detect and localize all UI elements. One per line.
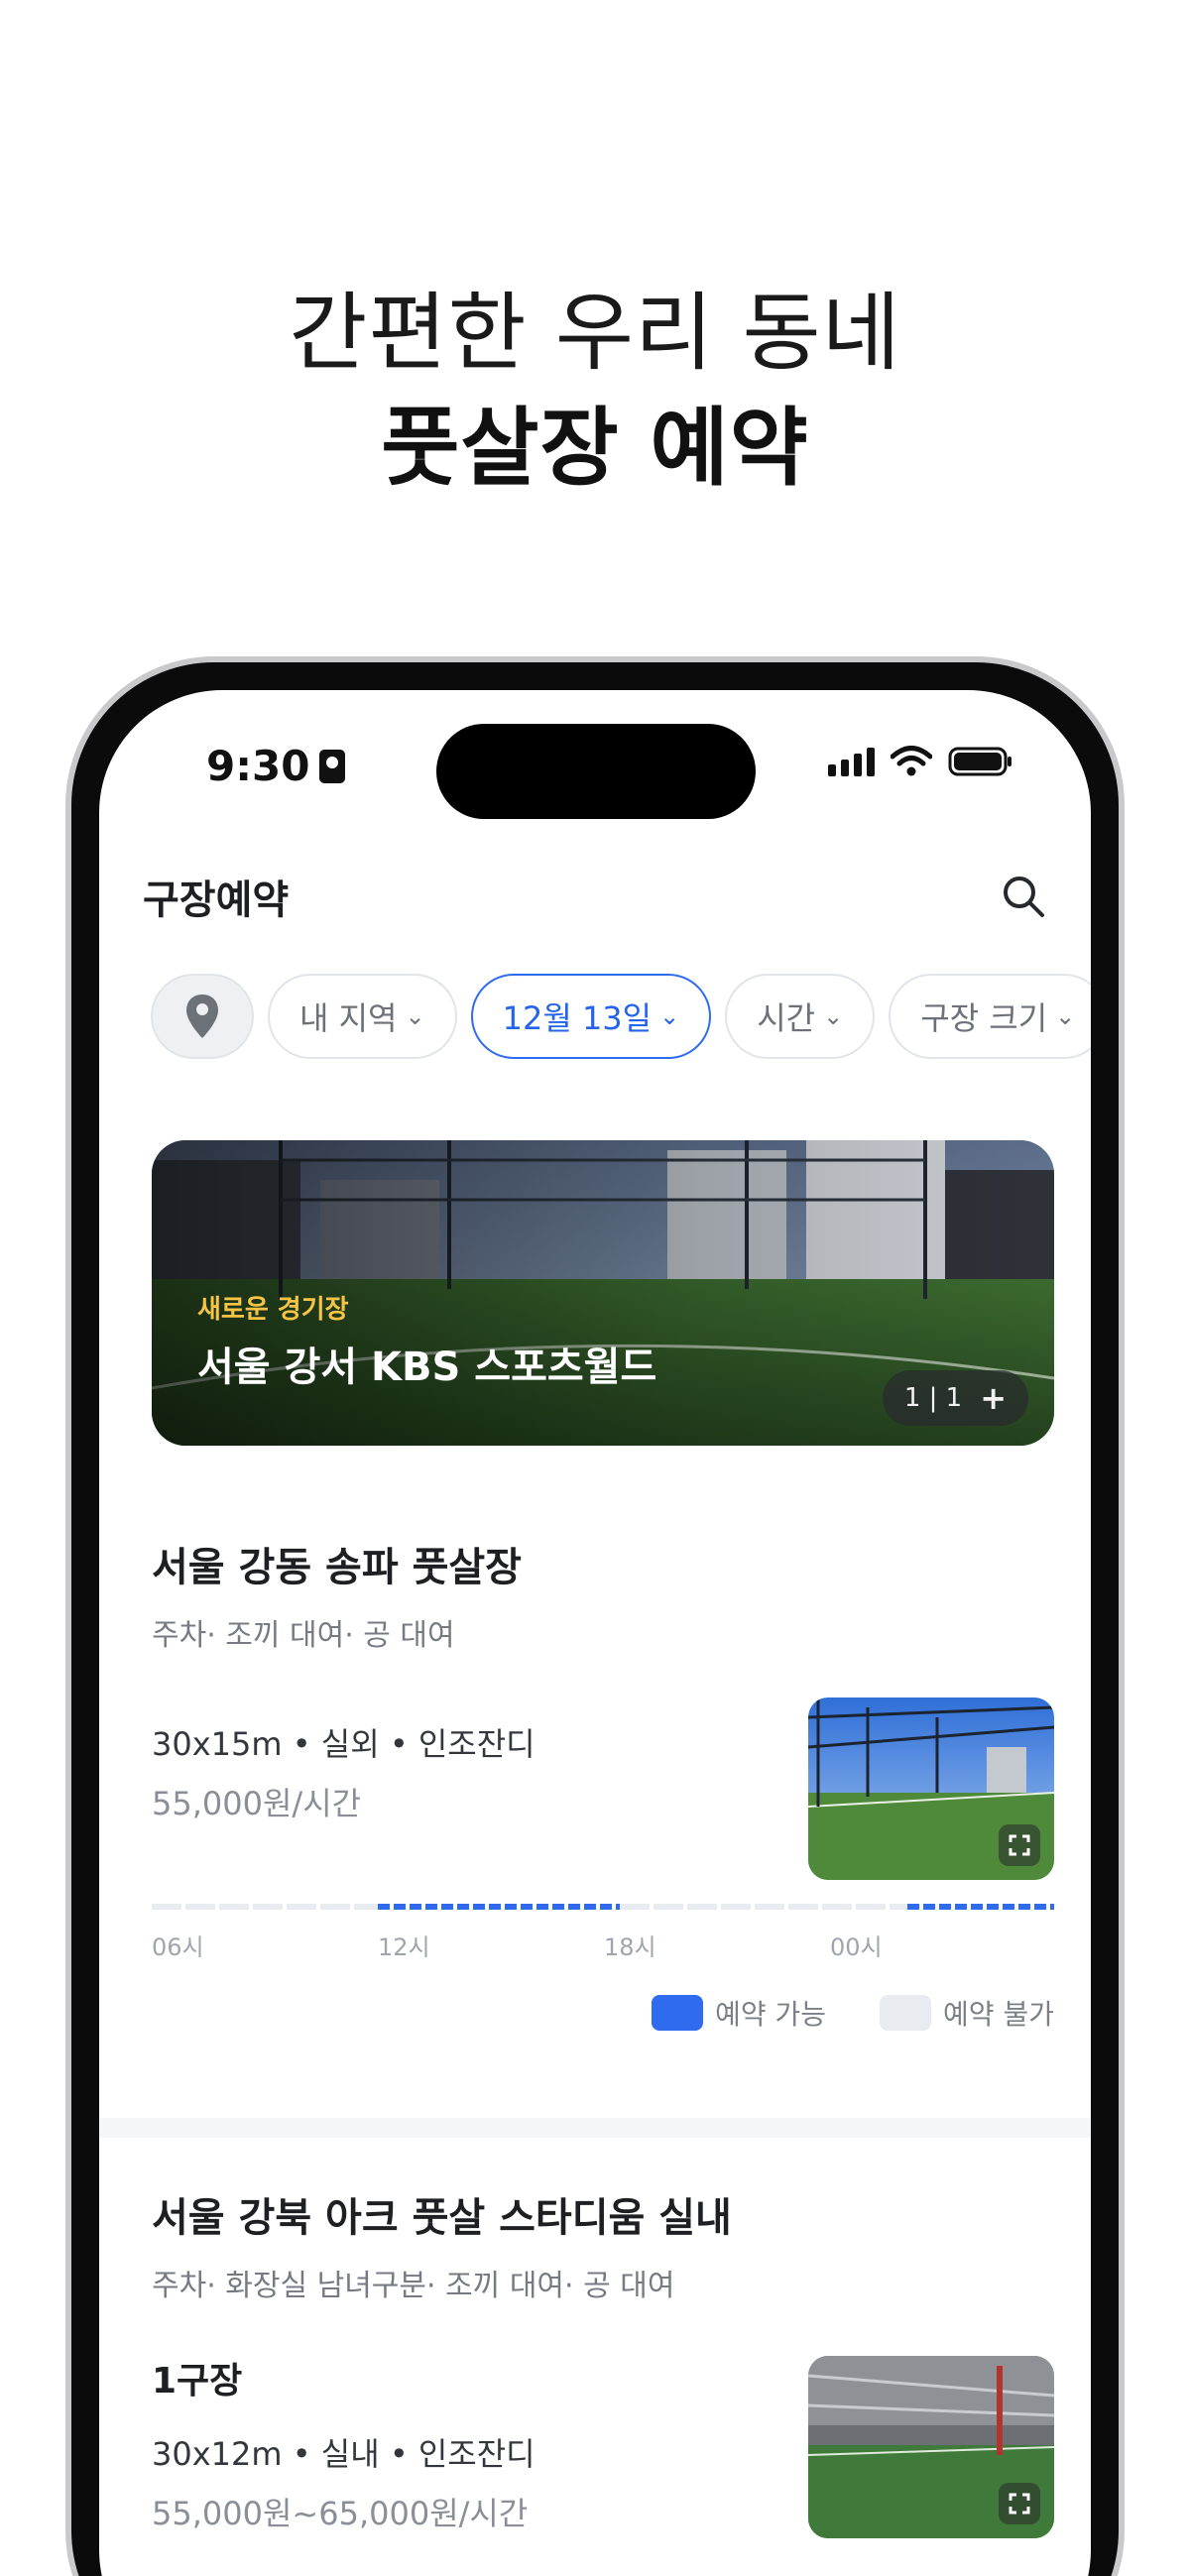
venue-price: 55,000원~65,000원/시간 bbox=[152, 2495, 529, 2532]
plus-icon: + bbox=[980, 1379, 1007, 1417]
timeline-label: 00시 bbox=[830, 1933, 883, 1961]
phone-frame: 9:30 구장예약 내 지역 ⌄ 12월 13일 ⌄ 시간 ⌄ 구장 크기 ⌄ … bbox=[65, 656, 1125, 2576]
venue-spec: 30x15m • 실외 • 인조잔디 bbox=[152, 1725, 536, 1763]
filter-date[interactable]: 12월 13일 ⌄ bbox=[470, 974, 712, 1059]
timeline-label: 12시 bbox=[378, 1933, 430, 1961]
court-details: 1구장 30x12m • 실내 • 인조잔디 55,000원~65,000원/시… bbox=[152, 2352, 536, 2534]
filter-region-label: 내 지역 bbox=[299, 999, 398, 1037]
status-icons bbox=[828, 746, 1013, 777]
search-icon[interactable] bbox=[1000, 873, 1047, 920]
venue-amenities: 주차· 화장실 남녀구분· 조끼 대여· 공 대여 bbox=[152, 2269, 675, 2303]
expand-icon[interactable] bbox=[999, 1824, 1040, 1866]
phone-screen: 9:30 구장예약 내 지역 ⌄ 12월 13일 ⌄ 시간 ⌄ 구장 크기 ⌄ … bbox=[99, 690, 1091, 2576]
chevron-down-icon: ⌄ bbox=[405, 1002, 425, 1030]
expand-icon[interactable] bbox=[999, 2483, 1040, 2524]
legend-available: 예약 가능 bbox=[652, 1993, 826, 2033]
availability-legend: 예약 가능 예약 불가 bbox=[652, 1993, 1054, 2033]
court-name: 1구장 bbox=[152, 2361, 243, 2401]
venue-thumbnail[interactable] bbox=[808, 2356, 1054, 2538]
banner-tag: 새로운 경기장 bbox=[197, 1295, 349, 1325]
venue-card[interactable]: 서울 강동 송파 풋살장 주차· 조끼 대여· 공 대여 30x15m • 실외… bbox=[152, 1535, 1054, 2031]
promo-headline: 간편한 우리 동네 풋살장 예약 bbox=[0, 276, 1190, 506]
promo-line-2: 풋살장 예약 bbox=[381, 399, 809, 498]
timeline-labels: 06시 12시 18시 00시 bbox=[152, 1928, 1054, 1961]
venue-name: 서울 강북 아크 풋살 스타디움 실내 bbox=[152, 2195, 732, 2241]
legend-unavailable: 예약 불가 bbox=[880, 1993, 1054, 2033]
banner-counter[interactable]: 1 | 1 + bbox=[882, 1370, 1028, 1426]
filter-time[interactable]: 시간 ⌄ bbox=[725, 974, 876, 1059]
clock-text: 9:30 bbox=[206, 742, 310, 790]
battery-icon bbox=[948, 747, 1012, 776]
filter-chips: 내 지역 ⌄ 12월 13일 ⌄ 시간 ⌄ 구장 크기 ⌄ bbox=[151, 974, 1091, 1059]
legend-unavailable-label: 예약 불가 bbox=[943, 1998, 1054, 2031]
status-time: 9:30 bbox=[206, 742, 346, 790]
chevron-down-icon: ⌄ bbox=[1055, 1002, 1076, 1030]
banner-page-indicator: 1 | 1 bbox=[903, 1383, 963, 1413]
filter-region[interactable]: 내 지역 ⌄ bbox=[268, 974, 457, 1059]
featured-banner[interactable]: 새로운 경기장 서울 강서 KBS 스포츠월드 1 | 1 + bbox=[152, 1140, 1054, 1446]
cellular-signal-icon bbox=[828, 747, 875, 776]
app-bar: 구장예약 bbox=[143, 867, 1047, 926]
unavailable-swatch bbox=[880, 1995, 932, 2031]
banner-venue-name: 서울 강서 KBS 스포츠월드 bbox=[197, 1345, 657, 1390]
filter-date-label: 12월 13일 bbox=[502, 999, 653, 1037]
availability-timeline: 06시 12시 18시 00시 bbox=[152, 1895, 1054, 1961]
filter-time-label: 시간 bbox=[757, 999, 816, 1037]
promo-line-1: 간편한 우리 동네 bbox=[289, 284, 901, 383]
filter-court-size[interactable]: 구장 크기 ⌄ bbox=[889, 974, 1091, 1059]
page-title: 구장예약 bbox=[143, 878, 290, 923]
wifi-icon bbox=[891, 746, 932, 776]
dynamic-island bbox=[436, 724, 756, 819]
filter-court-size-label: 구장 크기 bbox=[920, 999, 1048, 1037]
venue-amenities: 주차· 조끼 대여· 공 대여 bbox=[152, 1618, 455, 1653]
chevron-down-icon: ⌄ bbox=[659, 1002, 680, 1030]
venue-name: 서울 강동 송파 풋살장 bbox=[152, 1545, 522, 1590]
venue-spec: 30x12m • 실내 • 인조잔디 bbox=[152, 2435, 536, 2473]
chevron-down-icon: ⌄ bbox=[823, 1002, 844, 1030]
venue-price: 55,000원/시간 bbox=[152, 1785, 362, 1822]
venue-thumbnail[interactable] bbox=[808, 1698, 1054, 1880]
map-pin-icon bbox=[186, 995, 218, 1038]
id-badge-icon bbox=[319, 749, 346, 783]
timeline-label: 18시 bbox=[604, 1933, 656, 1961]
timeline-label: 06시 bbox=[152, 1933, 204, 1961]
timeline-bar bbox=[152, 1904, 1054, 1910]
legend-available-label: 예약 가능 bbox=[715, 1998, 827, 2031]
available-swatch bbox=[652, 1995, 704, 2031]
section-divider bbox=[99, 2118, 1091, 2138]
venue-card[interactable]: 서울 강북 아크 풋살 스타디움 실내 주차· 화장실 남녀구분· 조끼 대여·… bbox=[152, 2185, 1054, 2576]
location-button[interactable] bbox=[151, 974, 254, 1059]
venue-details: 30x15m • 실외 • 인조잔디 55,000원/시간 bbox=[152, 1719, 536, 1824]
